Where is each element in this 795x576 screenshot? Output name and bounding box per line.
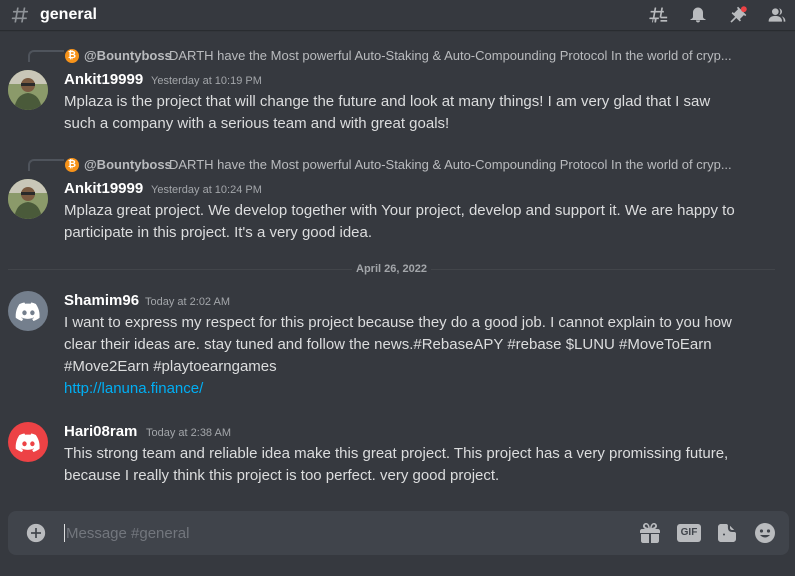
username[interactable]: Ankit19999 (64, 70, 143, 90)
reply-author[interactable]: @Bountyboss (84, 157, 172, 173)
message-text: I want to express my respect for this pr… (64, 314, 732, 331)
bitcoin-avatar-icon: ₿ (65, 49, 79, 63)
user-avatar[interactable] (8, 70, 48, 110)
username[interactable]: Hari08ram (64, 422, 137, 442)
channel-header: general (0, 0, 795, 30)
reply-spine (28, 159, 64, 171)
gif-icon[interactable]: GIF (677, 521, 701, 545)
threads-icon[interactable] (648, 5, 668, 25)
username[interactable]: Ankit19999 (64, 179, 143, 199)
message-text: clear their ideas are. stay tuned and fo… (64, 336, 712, 353)
timestamp: Yesterday at 10:19 PM (151, 75, 262, 87)
message-input[interactable] (66, 522, 506, 544)
member-list-icon[interactable] (767, 5, 787, 25)
pinned-icon[interactable] (728, 5, 748, 25)
message-text: This strong team and reliable idea make … (64, 445, 729, 462)
discord-logo-icon (15, 302, 40, 321)
gift-icon[interactable] (638, 521, 662, 545)
message-text: #Move2Earn #playtoearngames (64, 358, 277, 375)
message-text: participate in this project. It's a very… (64, 224, 373, 241)
user-avatar[interactable] (8, 179, 48, 219)
gif-label: GIF (677, 524, 701, 542)
divider-date: April 26, 2022 (352, 262, 431, 276)
timestamp: Today at 2:02 AM (145, 296, 230, 308)
message-text: Mplaza great project. We develop togethe… (64, 202, 735, 219)
notification-bell-icon[interactable] (688, 5, 708, 25)
reply-preview[interactable]: DARTH have the Most powerful Auto-Stakin… (169, 48, 744, 64)
profile-photo-icon (8, 179, 48, 219)
user-avatar[interactable] (8, 291, 48, 331)
user-avatar[interactable] (8, 422, 48, 462)
timestamp: Today at 2:38 AM (146, 427, 231, 439)
hashtag-icon (11, 7, 29, 23)
text-caret (64, 524, 65, 542)
discord-logo-icon (15, 433, 40, 452)
message-link[interactable]: http://lanuna.finance/ (64, 378, 203, 400)
message-text: such a company with a serious team and w… (64, 115, 450, 132)
reply-preview[interactable]: DARTH have the Most powerful Auto-Stakin… (169, 157, 744, 173)
message-composer: GIF (8, 511, 789, 555)
add-attachment-icon[interactable] (26, 523, 46, 543)
username[interactable]: Shamim96 (64, 291, 139, 311)
message-text: Mplaza is the project that will change t… (64, 93, 711, 110)
profile-photo-icon (8, 70, 48, 110)
discord-channel-view: general ₿ @Bountyboss DARTH have the Mos… (0, 0, 795, 576)
emoji-icon[interactable] (753, 521, 777, 545)
reply-author[interactable]: @Bountyboss (84, 48, 172, 64)
message-text: because I really think this project is t… (64, 467, 500, 484)
channel-name: general (40, 6, 97, 23)
reply-spine (28, 50, 64, 62)
message-list[interactable]: ₿ @Bountyboss DARTH have the Most powerf… (0, 30, 795, 508)
sticker-icon[interactable] (715, 521, 739, 545)
timestamp: Yesterday at 10:24 PM (151, 184, 262, 196)
bitcoin-avatar-icon: ₿ (65, 158, 79, 172)
